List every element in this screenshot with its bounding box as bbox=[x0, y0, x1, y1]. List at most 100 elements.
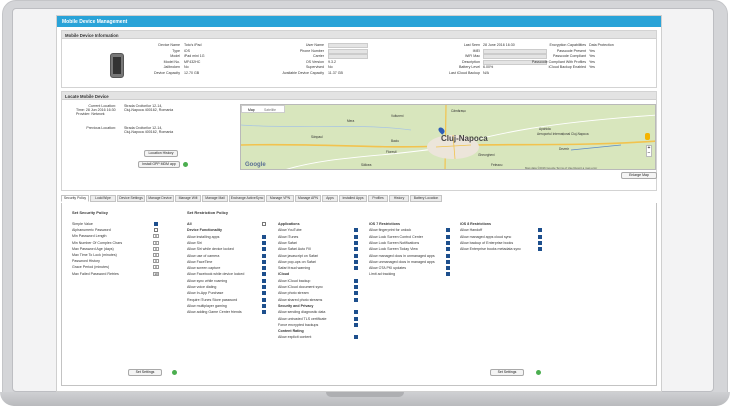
security-input-2[interactable]: 0 bbox=[153, 234, 159, 239]
ios8-check-2[interactable] bbox=[538, 240, 542, 245]
ios7-check-6[interactable] bbox=[446, 266, 450, 271]
map-tab-satellite[interactable]: Satellite bbox=[264, 108, 276, 112]
tab-3[interactable]: Manage Device bbox=[146, 195, 174, 202]
ios8-check-1[interactable] bbox=[538, 234, 542, 239]
apps-check-6[interactable] bbox=[354, 266, 358, 271]
google-logo: Google bbox=[245, 162, 266, 168]
icloud-check-3[interactable] bbox=[354, 297, 358, 302]
security-input-4[interactable]: 0 bbox=[153, 246, 159, 251]
func-check-10[interactable] bbox=[262, 297, 266, 302]
location-history-button[interactable]: Location History bbox=[144, 150, 178, 157]
security-label-7: Grace Period (minutes) bbox=[72, 265, 110, 270]
func-check-3[interactable] bbox=[262, 253, 266, 258]
app-title: Mobile Device Management bbox=[62, 19, 128, 25]
map-type-toggle[interactable]: Map Satellite bbox=[241, 105, 285, 113]
tab-5[interactable]: Manage Mail bbox=[202, 195, 228, 202]
tab-2[interactable]: Device Settings bbox=[117, 195, 145, 202]
street-view-icon[interactable] bbox=[645, 133, 650, 140]
func-check-12[interactable] bbox=[262, 310, 266, 315]
security-label-3: Min Number Of Complex Chars bbox=[72, 240, 123, 245]
tab-1[interactable]: Lock/Wipe bbox=[90, 195, 116, 202]
tab-12[interactable]: History bbox=[389, 195, 409, 202]
secpriv-check-0[interactable] bbox=[354, 310, 358, 315]
security-label-6: Password History bbox=[72, 259, 100, 264]
tab-9[interactable]: Apps bbox=[322, 195, 338, 202]
map-place-8: Feleacu bbox=[491, 163, 503, 167]
security-input-8[interactable]: 10 bbox=[153, 271, 159, 276]
map-place-5: Dezmir bbox=[559, 147, 570, 151]
ios7-check-1[interactable] bbox=[446, 234, 450, 239]
ios7-check-2[interactable] bbox=[446, 240, 450, 245]
ios7-item-2: Allow Lock Screen Notifications bbox=[369, 240, 420, 245]
tab-11[interactable]: Profiles bbox=[368, 195, 388, 202]
apps-check-0[interactable] bbox=[354, 228, 358, 233]
func-item-2: Allow Siri while device locked bbox=[187, 247, 234, 252]
zoom-control[interactable]: + − bbox=[646, 145, 652, 157]
set-settings-right-button[interactable]: Set Settings bbox=[490, 369, 524, 376]
tab-6[interactable]: Exchange ActiveSync bbox=[229, 195, 265, 202]
icloud-check-0[interactable] bbox=[354, 278, 358, 283]
ios7-check-7[interactable] bbox=[446, 272, 450, 277]
icloud-check-1[interactable] bbox=[354, 285, 358, 289]
func-check-0[interactable] bbox=[262, 234, 266, 239]
tab-4[interactable]: Manage Wifi bbox=[175, 195, 201, 202]
ios8-item-1: Allow managed apps cloud sync bbox=[460, 234, 512, 239]
ios7-check-4[interactable] bbox=[446, 253, 450, 258]
security-check-0[interactable] bbox=[154, 222, 158, 226]
tab-10[interactable]: Installed Apps bbox=[339, 195, 367, 202]
col1-label-5: Device Capacity bbox=[154, 71, 180, 75]
apps-check-1[interactable] bbox=[354, 234, 358, 239]
func-check-9[interactable] bbox=[262, 291, 266, 296]
security-check-1[interactable] bbox=[154, 228, 158, 233]
set-settings-left-button[interactable]: Set Settings bbox=[128, 369, 162, 376]
func-check-8[interactable] bbox=[262, 285, 266, 289]
tab-0[interactable]: Security Policy bbox=[61, 195, 89, 202]
tab-7[interactable]: Manage VPN bbox=[266, 195, 294, 202]
apps-check-5[interactable] bbox=[354, 259, 358, 264]
zoom-out-icon[interactable]: − bbox=[647, 151, 651, 156]
ios7-check-0[interactable] bbox=[446, 228, 450, 233]
ios7-title: iOS 7 Restrictions bbox=[369, 222, 400, 226]
col4-value-0: Data Protection bbox=[589, 43, 614, 47]
install-app-button[interactable]: Install GPP MDM app bbox=[138, 161, 180, 168]
col1-value-4: No bbox=[184, 65, 189, 70]
col2-label-3: OS Version bbox=[305, 59, 324, 64]
map-view[interactable]: Map Satellite Cluj-Napoca Mera Vultureni… bbox=[240, 104, 656, 170]
func-item-11: Allow multiplayer gaming bbox=[187, 303, 227, 308]
enlarge-map-button[interactable]: Enlarge Map bbox=[621, 172, 657, 179]
apps-check-4[interactable] bbox=[354, 253, 358, 258]
func-check-6[interactable] bbox=[262, 272, 266, 277]
func-check-1[interactable] bbox=[262, 240, 266, 245]
tab-8[interactable]: Manage APN bbox=[295, 195, 321, 202]
icloud-check-2[interactable] bbox=[354, 291, 358, 296]
func-check-2[interactable] bbox=[262, 247, 266, 252]
rating-check-0[interactable] bbox=[354, 335, 358, 340]
ios8-check-0[interactable] bbox=[538, 228, 542, 233]
ios7-check-3[interactable] bbox=[446, 247, 450, 252]
func-check-5[interactable] bbox=[262, 266, 266, 271]
security-input-3[interactable]: 0 bbox=[153, 240, 159, 245]
func-item-3: Allow use of camera bbox=[187, 253, 220, 258]
security-input-6[interactable]: 0 bbox=[153, 259, 159, 264]
map-tab-map[interactable]: Map bbox=[248, 108, 255, 112]
install-info-icon[interactable] bbox=[183, 162, 188, 167]
func-check-4[interactable] bbox=[262, 259, 266, 264]
restriction-all-check[interactable] bbox=[262, 222, 266, 226]
apps-check-3[interactable] bbox=[354, 247, 358, 252]
map-place-3: Apahida bbox=[539, 127, 551, 131]
ios8-check-3[interactable] bbox=[538, 247, 542, 252]
ios8-item-0: Allow Handoff bbox=[460, 228, 483, 233]
security-input-7[interactable]: 0 bbox=[153, 265, 159, 270]
col3-label-1: IMEI bbox=[472, 48, 480, 53]
secpriv-check-1[interactable] bbox=[354, 316, 358, 321]
func-item-10: Require iTunes Store password bbox=[187, 297, 238, 302]
func-check-11[interactable] bbox=[262, 303, 266, 308]
col2-label-5: Available Device Capacity bbox=[282, 71, 324, 75]
tab-13[interactable]: Battery Location bbox=[410, 195, 442, 202]
security-input-5[interactable]: 0 bbox=[153, 253, 159, 257]
apps-check-2[interactable] bbox=[354, 240, 358, 245]
secpriv-check-2[interactable] bbox=[354, 322, 358, 327]
func-check-7[interactable] bbox=[262, 278, 266, 283]
icloud-item-1: Allow iCloud document sync bbox=[278, 285, 323, 289]
ios7-check-5[interactable] bbox=[446, 259, 450, 264]
